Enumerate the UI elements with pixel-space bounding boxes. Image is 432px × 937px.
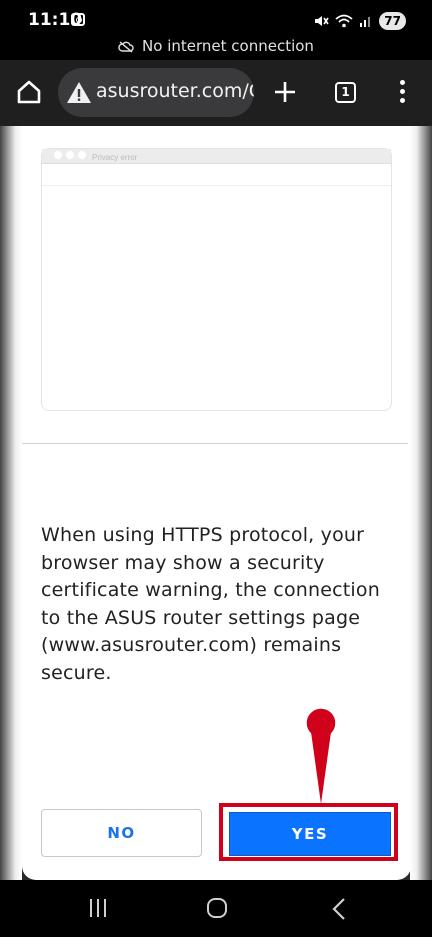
home-button-icon[interactable] [207,898,227,918]
status-icons: 77 [313,10,406,32]
battery-indicator: 77 [379,12,406,30]
address-bar[interactable]: asusrouter.com/G [58,68,254,117]
dialog-divider [22,443,408,444]
phone-screen: 11:10 77 No internet connection asusrout… [0,0,432,937]
back-icon[interactable] [330,897,348,921]
preview-dot [66,151,74,159]
screenshot-icon [71,13,85,26]
more-menu-icon[interactable] [398,80,408,106]
new-tab-icon[interactable] [273,80,297,104]
preview-dot [78,151,86,159]
recents-icon[interactable] [88,899,108,919]
preview-tab-bar: Privacy error [42,149,391,164]
page-background-left [0,126,22,880]
url-text: asusrouter.com/G [96,80,254,102]
home-icon[interactable] [15,78,43,106]
yes-button[interactable]: YES [229,812,391,856]
web-page: Privacy error When using HTTPS protocol,… [0,126,432,880]
cloud-off-icon [118,40,134,53]
not-secure-warning-icon[interactable] [66,81,92,105]
mute-icon [315,16,329,26]
browser-toolbar: asusrouter.com/G 1 [0,60,432,126]
network-banner-text: No internet connection [142,37,314,55]
preview-address-row [42,164,391,186]
network-banner: No internet connection [0,34,432,58]
preview-dot [54,151,62,159]
wifi-icon [335,14,353,28]
tab-switcher-button[interactable]: 1 [335,82,356,103]
browser-warning-preview-image: Privacy error [41,148,392,411]
https-warning-dialog: Privacy error When using HTTPS protocol,… [22,126,411,880]
no-button[interactable]: NO [41,809,202,857]
preview-tab-title: Privacy error [92,153,138,162]
https-notice-text: When using HTTPS protocol, your browser … [41,524,380,684]
page-background-right [410,126,432,880]
step-number: 1 [335,714,345,730]
system-nav-bar [0,880,432,937]
signal-icon [360,17,371,27]
